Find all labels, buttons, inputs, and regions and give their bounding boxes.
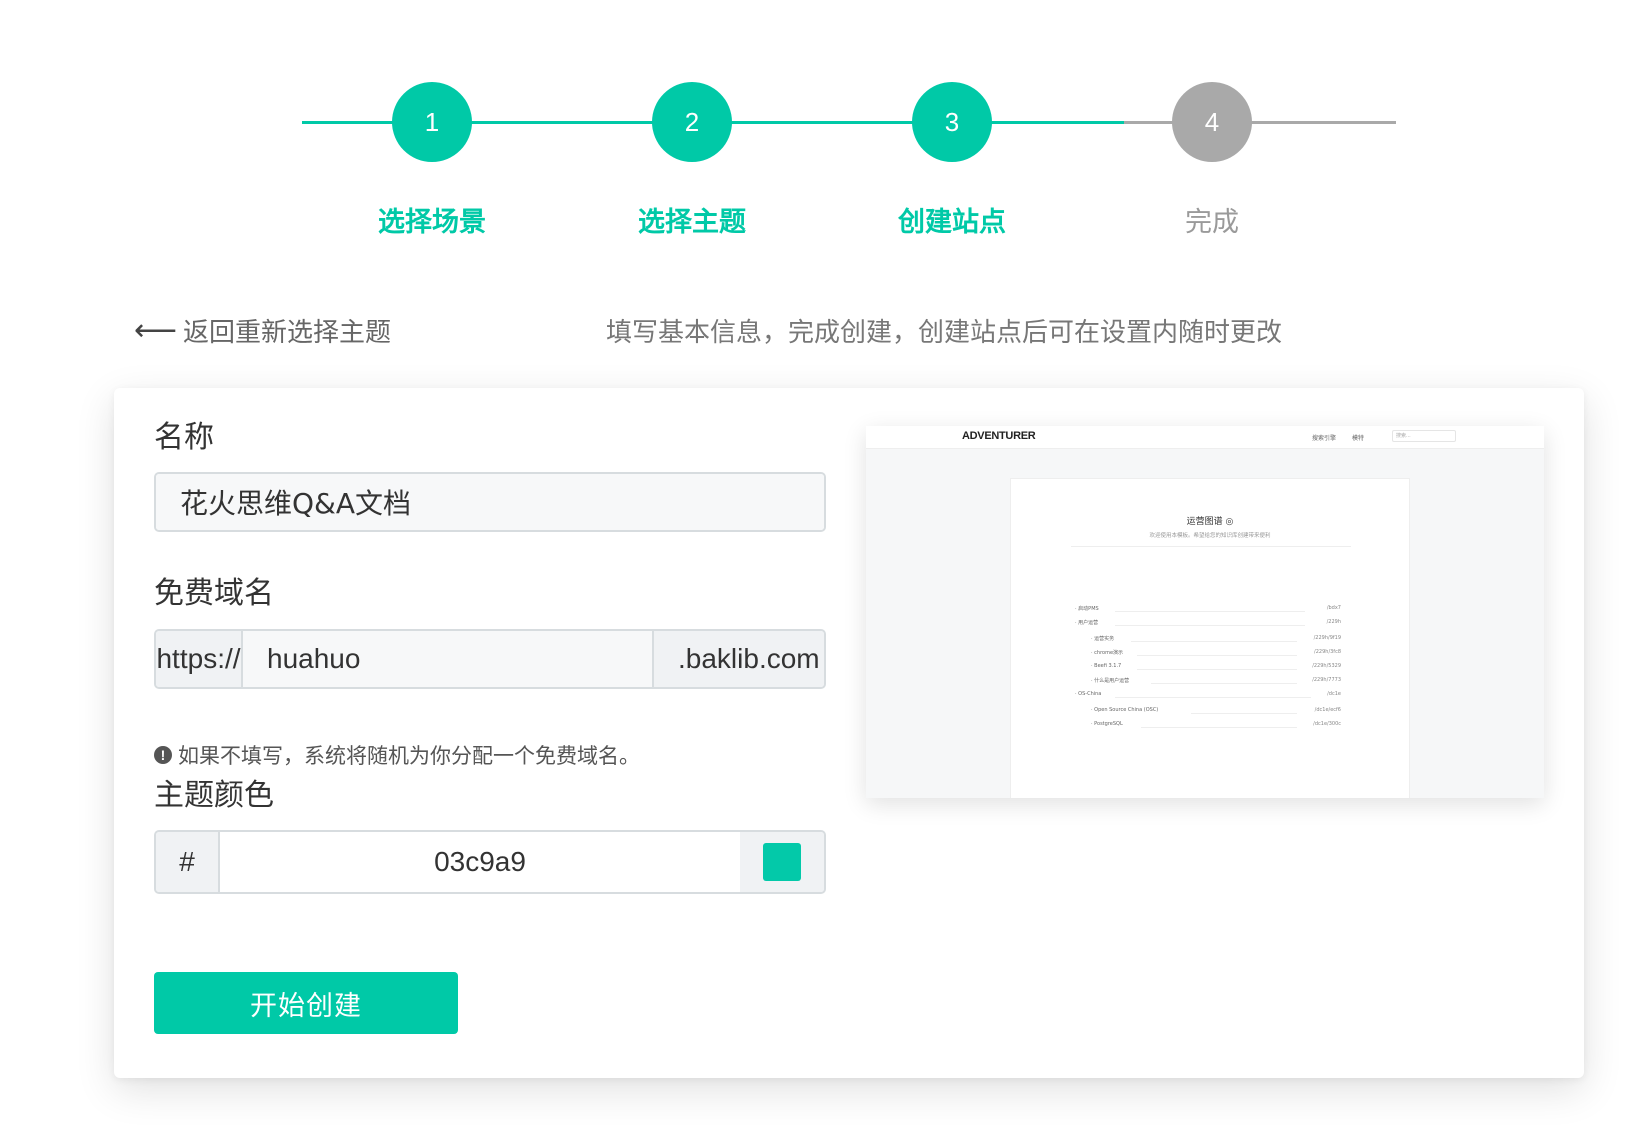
preview-list-item: · PostgreSQL/dc1e/300c bbox=[1091, 721, 1341, 728]
name-label: 名称 bbox=[154, 420, 214, 455]
preview-nav-item: 搜索引擎 bbox=[1312, 435, 1337, 442]
name-input[interactable] bbox=[156, 474, 824, 530]
step-3-circle: 3 bbox=[912, 82, 992, 162]
step-2-label: 选择主题 bbox=[638, 207, 746, 238]
domain-field-wrapper: https:// .baklib.com bbox=[154, 629, 826, 689]
step-3-label: 创建站点 bbox=[898, 207, 1006, 238]
preview-topbar: ADVENTURER 搜索引擎 模特 搜索... bbox=[866, 426, 1544, 449]
step-4-circle: 4 bbox=[1172, 82, 1252, 162]
theme-preview: ADVENTURER 搜索引擎 模特 搜索... 运营图谱 ◎ 欢迎使用本模板。… bbox=[866, 426, 1544, 798]
preview-list-item: · 启动PMS/bdx7 bbox=[1075, 605, 1341, 612]
step-1-label: 选择场景 bbox=[378, 207, 486, 238]
domain-prefix: https:// bbox=[156, 631, 243, 687]
domain-note: ! 如果不填写，系统将随机为你分配一个免费域名。 bbox=[154, 740, 640, 770]
arrow-left-icon: ⟵ bbox=[134, 312, 178, 348]
preview-nav-item: 模特 bbox=[1352, 435, 1365, 442]
stepper: 1 2 3 4 选择场景 选择主题 创建站点 完成 bbox=[0, 0, 1648, 260]
preview-list-item: · 什么是用户运营/229h/7773 bbox=[1091, 677, 1341, 684]
preview-list-item: · chrome演示/229h/3fc8 bbox=[1091, 649, 1341, 656]
preview-divider bbox=[1071, 546, 1351, 547]
step-1-circle: 1 bbox=[392, 82, 472, 162]
preview-list-item: · OS-China/dc1e bbox=[1075, 691, 1341, 698]
preview-list-item: · Beefi 3.1.7/229h/5329 bbox=[1091, 663, 1341, 670]
start-create-button[interactable]: 开始创建 bbox=[154, 972, 458, 1034]
theme-color-input[interactable] bbox=[220, 832, 740, 892]
back-link-label: 返回重新选择主题 bbox=[183, 318, 392, 348]
create-site-card: 名称 免费域名 https:// .baklib.com ! 如果不填写，系统将… bbox=[114, 388, 1584, 1078]
color-swatch bbox=[763, 843, 801, 881]
preview-list-item: · Open Source China (OSC)/dc1e/ecf6 bbox=[1091, 707, 1341, 714]
domain-input[interactable] bbox=[243, 631, 652, 687]
name-field-wrapper bbox=[154, 472, 826, 532]
preview-list-item: · 运营实务/229h/9f19 bbox=[1091, 635, 1341, 642]
theme-color-field-wrapper: # bbox=[154, 830, 826, 894]
color-picker-button[interactable] bbox=[740, 832, 824, 892]
preview-content-panel: 运营图谱 ◎ 欢迎使用本模板。希望给您的知识库创建带来便利 · 启动PMS/bd… bbox=[1010, 478, 1410, 798]
theme-color-label: 主题颜色 bbox=[154, 778, 274, 813]
preview-search: 搜索... bbox=[1392, 430, 1456, 442]
step-4-label: 完成 bbox=[1185, 207, 1239, 238]
preview-subtitle: 欢迎使用本模板。希望给您的知识库创建带来便利 bbox=[1149, 533, 1271, 539]
form-hint: 填写基本信息，完成创建，创建站点后可在设置内随时更改 bbox=[606, 318, 1283, 348]
preview-title: 运营图谱 ◎ bbox=[1186, 517, 1234, 527]
step-2-circle: 2 bbox=[652, 82, 732, 162]
domain-label: 免费域名 bbox=[154, 576, 274, 611]
preview-brand: ADVENTURER bbox=[962, 430, 1036, 442]
color-hash-prefix: # bbox=[156, 832, 220, 892]
back-to-theme-link[interactable]: ⟵ 返回重新选择主题 bbox=[134, 312, 391, 349]
preview-list-item: · 用户运营/229h bbox=[1075, 619, 1341, 626]
info-icon: ! bbox=[154, 746, 172, 764]
domain-suffix: .baklib.com bbox=[652, 631, 824, 687]
domain-note-text: 如果不填写，系统将随机为你分配一个免费域名。 bbox=[178, 744, 640, 768]
stepper-track-pending bbox=[1124, 121, 1396, 124]
